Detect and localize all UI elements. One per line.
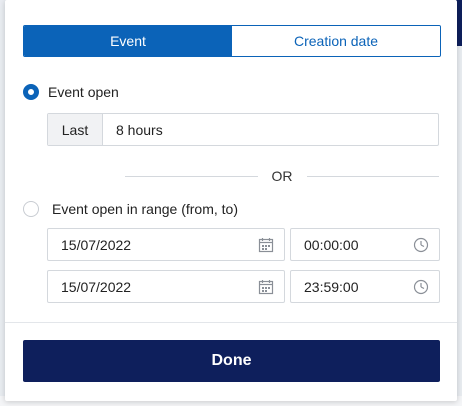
option-event-open-range[interactable]: Event open in range (from, to) bbox=[23, 201, 238, 217]
option-event-open[interactable]: Event open bbox=[23, 84, 119, 100]
footer-divider bbox=[5, 322, 457, 323]
or-text: OR bbox=[271, 168, 293, 184]
divider bbox=[125, 175, 258, 177]
divider bbox=[306, 175, 439, 177]
radio-unselected[interactable] bbox=[23, 201, 39, 217]
last-duration-field[interactable]: Last 8 hours bbox=[47, 113, 439, 146]
option-event-open-range-label: Event open in range (from, to) bbox=[52, 201, 238, 217]
from-time-value: 00:00:00 bbox=[304, 236, 359, 253]
to-date-value: 15/07/2022 bbox=[61, 278, 132, 295]
last-duration-value[interactable]: 8 hours bbox=[103, 114, 163, 145]
radio-selected[interactable] bbox=[23, 84, 39, 100]
from-time-input[interactable]: 00:00:00 bbox=[290, 228, 440, 261]
to-date-input[interactable]: 15/07/2022 bbox=[47, 270, 285, 303]
from-date-input[interactable]: 15/07/2022 bbox=[47, 228, 285, 261]
to-time-value: 23:59:00 bbox=[304, 278, 359, 295]
done-button[interactable]: Done bbox=[23, 340, 440, 382]
clock-icon[interactable] bbox=[413, 237, 429, 253]
to-time-input[interactable]: 23:59:00 bbox=[290, 270, 440, 303]
tab-creation-date[interactable]: Creation date bbox=[232, 26, 440, 56]
filter-popover: Event Creation date Event open Last 8 ho… bbox=[5, 0, 457, 401]
calendar-icon[interactable] bbox=[258, 279, 274, 295]
filter-mode-toggle: Event Creation date bbox=[23, 25, 441, 57]
calendar-icon[interactable] bbox=[258, 237, 274, 253]
last-label: Last bbox=[48, 114, 103, 145]
from-date-value: 15/07/2022 bbox=[61, 236, 132, 253]
option-event-open-label: Event open bbox=[48, 84, 119, 100]
tab-event[interactable]: Event bbox=[24, 26, 232, 56]
or-separator: OR bbox=[125, 166, 439, 186]
clock-icon[interactable] bbox=[413, 279, 429, 295]
